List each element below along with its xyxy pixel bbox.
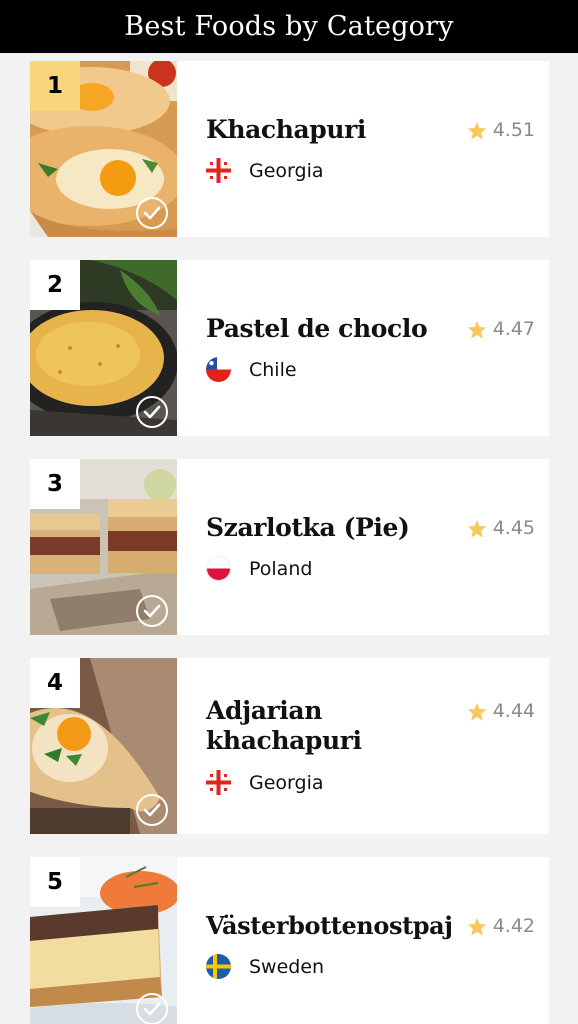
- rank-badge: 1: [30, 61, 80, 111]
- star-icon: [467, 320, 486, 339]
- poland-flag-icon: [206, 556, 231, 581]
- rank-badge: 2: [30, 260, 80, 310]
- rating: 4.45: [467, 517, 535, 539]
- country[interactable]: Poland: [206, 556, 312, 581]
- rating: 4.42: [467, 915, 535, 937]
- checkmark-circle-icon[interactable]: [136, 595, 168, 627]
- country-name: Chile: [249, 358, 297, 381]
- chile-flag-icon: [206, 357, 231, 382]
- dish-name[interactable]: Adjarian khachapuri: [206, 696, 451, 756]
- szarlotka-photo: 3: [30, 459, 177, 635]
- list-item[interactable]: 2 Pastel de choclo 4.47 Chile: [30, 260, 549, 436]
- checkmark-circle-icon[interactable]: [136, 993, 168, 1024]
- country[interactable]: Georgia: [206, 158, 324, 183]
- country-name: Poland: [249, 557, 313, 580]
- rating: 4.44: [467, 700, 535, 722]
- dish-name[interactable]: Västerbottenostpaj: [206, 911, 456, 941]
- rating: 4.47: [467, 318, 535, 340]
- sweden-flag-icon: [206, 954, 231, 979]
- dish-name[interactable]: Szarlotka (Pie): [206, 513, 451, 543]
- country-name: Sweden: [249, 955, 325, 978]
- rank-badge: 5: [30, 857, 80, 907]
- country[interactable]: Sweden: [206, 954, 324, 979]
- list-item[interactable]: 4 Adjarian khachapuri 4.44 Georgia: [30, 658, 549, 834]
- pastel-de-choclo-photo: 2: [30, 260, 177, 436]
- star-icon: [467, 519, 486, 538]
- rank-badge: 3: [30, 459, 80, 509]
- country[interactable]: Chile: [206, 357, 297, 382]
- rating-value: 4.42: [492, 915, 535, 937]
- rating-value: 4.47: [492, 318, 535, 340]
- star-icon: [467, 917, 486, 936]
- checkmark-circle-icon[interactable]: [136, 197, 168, 229]
- list-item[interactable]: 1 Khachapuri 4.51 Georgia: [30, 61, 549, 237]
- rating-value: 4.45: [492, 517, 535, 539]
- georgia-flag-icon: [206, 158, 231, 183]
- country-name: Georgia: [249, 771, 324, 794]
- dish-name[interactable]: Pastel de choclo: [206, 314, 451, 344]
- country[interactable]: Georgia: [206, 770, 324, 795]
- list-item[interactable]: 5 Västerbottenostpaj 4.42 Sweden: [30, 857, 549, 1024]
- star-icon: [467, 702, 486, 721]
- rating: 4.51: [467, 119, 535, 141]
- country-name: Georgia: [249, 159, 324, 182]
- checkmark-circle-icon[interactable]: [136, 794, 168, 826]
- food-list: 1 Khachapuri 4.51 Georgia 2 Pastel de ch…: [0, 0, 578, 1024]
- rank-badge: 4: [30, 658, 80, 708]
- checkmark-circle-icon[interactable]: [136, 396, 168, 428]
- khachapuri-photo: 1: [30, 61, 177, 237]
- dish-name[interactable]: Khachapuri: [206, 115, 451, 145]
- list-item[interactable]: 3 Szarlotka (Pie) 4.45 Poland: [30, 459, 549, 635]
- rating-value: 4.51: [492, 119, 535, 141]
- rating-value: 4.44: [492, 700, 535, 722]
- vasterbottenostpaj-photo: 5: [30, 857, 177, 1024]
- georgia-flag-icon: [206, 770, 231, 795]
- adjarian-khachapuri-photo: 4: [30, 658, 177, 834]
- star-icon: [467, 121, 486, 140]
